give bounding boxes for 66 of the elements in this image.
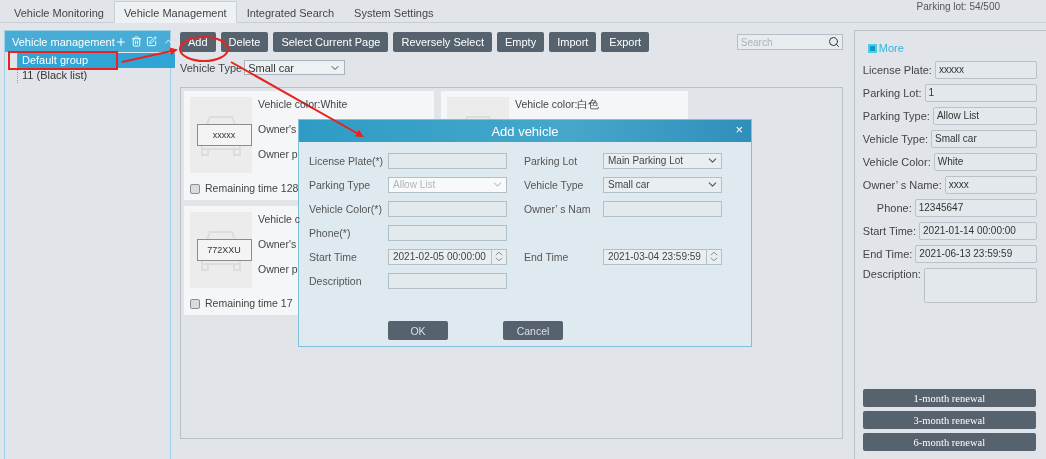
input-field[interactable]: xxxx (944, 176, 1037, 194)
input-field[interactable]: Small car (931, 130, 1037, 148)
input-field[interactable]: 1 (924, 84, 1037, 102)
toolbar-button[interactable]: Reversely Select (393, 32, 492, 52)
field-label: Vehicle Type (524, 178, 585, 191)
tree-item[interactable]: 11 (Black list) (17, 68, 175, 83)
plate-label: xxxxx (196, 124, 252, 146)
field-label: Owner’ s Name: (862, 179, 942, 191)
field-label: Parking Type (309, 178, 372, 191)
close-button[interactable]: × (735, 123, 743, 137)
field-label: End Time (524, 250, 570, 263)
remaining-time: Remaining time 128 (205, 182, 299, 196)
input-field[interactable]: 12345647 (914, 199, 1037, 217)
tab[interactable]: Vehicle Monitoring (4, 1, 114, 23)
input-field[interactable]: Allow List (932, 107, 1037, 125)
panel-title: Vehicle management (12, 35, 115, 48)
more-label: More (878, 42, 904, 54)
field-label: Phone: (876, 202, 912, 214)
field-label: License Plate(*) (309, 154, 385, 167)
datetime-field[interactable]: 2021-03-04 23:59:59 (603, 248, 722, 265)
remaining-time: Remaining time 17 (205, 297, 293, 311)
dropdown[interactable]: Main Parking Lot (603, 152, 722, 169)
input-field[interactable]: 2021-06-13 23:59:59 (915, 245, 1037, 263)
tab[interactable]: Integrated Search (236, 1, 345, 23)
vehicle-type-dropdown[interactable]: Small car (244, 60, 346, 75)
field-label: Description: (862, 268, 921, 280)
dialog-button[interactable]: Cancel (503, 321, 563, 340)
search-field[interactable]: Search (736, 34, 843, 50)
renewal-button[interactable]: 6-month renewal (862, 433, 1036, 451)
toolbar-button[interactable]: Empty (497, 32, 545, 52)
field-label: License Plate: (862, 64, 932, 76)
input-field[interactable]: White (933, 153, 1037, 171)
field-label: Vehicle Color(*) (309, 202, 383, 215)
card-text: Vehicle c (258, 213, 301, 227)
renewal-button[interactable]: 1-month renewal (862, 389, 1036, 407)
card-text: Vehicle color:白色 (515, 98, 600, 112)
field-label: Start Time (309, 250, 358, 263)
card-text: Owner's (258, 238, 297, 252)
tab[interactable]: System Settings (344, 1, 444, 23)
field-label: Start Time: (862, 225, 916, 237)
plate-label: 772XXU (196, 239, 252, 261)
toolbar-button[interactable]: Select Current Page (273, 32, 389, 52)
parking-lot-count: Parking lot: 54/500 (916, 1, 1000, 12)
field-label: Parking Type: (862, 110, 930, 122)
dialog-title: Add vehicle (491, 123, 559, 139)
toolbar-button[interactable]: Import (549, 32, 597, 52)
card-text: Owner's (258, 123, 297, 137)
renewal-button[interactable]: 3-month renewal (862, 411, 1036, 429)
field-label: End Time: (862, 248, 913, 260)
field-label: Vehicle Type: (862, 133, 929, 145)
card-text: Owner p (258, 263, 298, 277)
field-label: Vehicle Color: (862, 156, 931, 168)
field-label: Parking Lot (524, 154, 579, 167)
datetime-field[interactable]: 2021-02-05 00:00:00 (388, 248, 507, 265)
tab[interactable]: Vehicle Management (113, 1, 237, 23)
dialog-button[interactable]: OK (388, 321, 448, 340)
card-text: Owner p (258, 148, 298, 162)
field-label: Parking Lot: (862, 87, 922, 99)
input-field[interactable]: 2021-01-14 00:00:00 (919, 222, 1037, 240)
field-label: Owner’ s Nam (524, 202, 592, 215)
input-field[interactable]: xxxxx (934, 61, 1037, 79)
toolbar-button[interactable]: Export (601, 32, 650, 52)
field-label: Description (309, 274, 363, 287)
toolbar-button[interactable]: Delete (220, 32, 269, 52)
field-label: Phone(*) (309, 226, 352, 239)
dropdown[interactable]: Small car (603, 176, 722, 193)
